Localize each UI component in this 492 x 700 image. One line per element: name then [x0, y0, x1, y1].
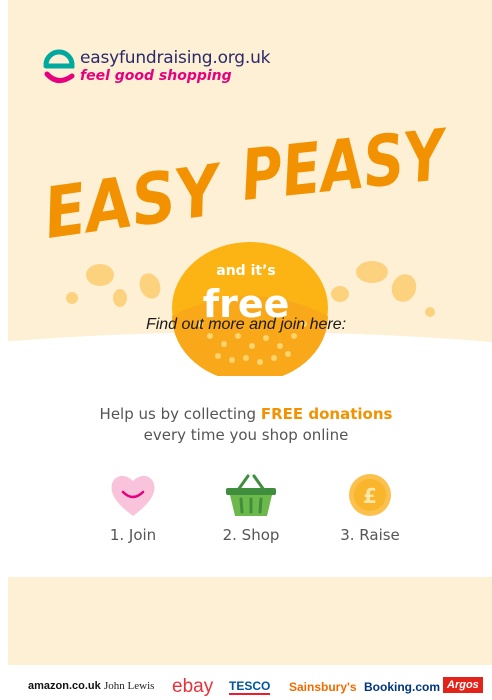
- brand-booking: Booking.com: [364, 680, 441, 694]
- easy-peasy-headline: EASY PEASY: [39, 120, 454, 250]
- brand-tesco: TESCO: [229, 679, 271, 695]
- brand-sainsburys: Sainsbury's: [289, 680, 357, 694]
- brand-amazon: amazon.co.uk: [28, 680, 101, 692]
- step-label-shop: 2. Shop: [222, 526, 280, 544]
- bottom-background: [8, 577, 492, 665]
- logo-e-icon: [43, 49, 75, 83]
- step-join: 1. Join: [83, 472, 183, 544]
- logo-tagline: feel good shopping: [80, 68, 232, 84]
- brand-ebay: ebay: [172, 676, 214, 697]
- lemon-text-and-its: and it’s: [216, 263, 276, 279]
- help-prefix: Help us by collecting: [99, 405, 261, 423]
- headline-word-easy: EASY: [39, 148, 230, 250]
- help-line2: every time you shop online: [143, 426, 349, 444]
- help-text: Help us by collecting FREE donations eve…: [0, 404, 492, 446]
- help-highlight: FREE donations: [260, 405, 393, 423]
- svg-text:£: £: [363, 484, 377, 508]
- basket-icon: [226, 474, 276, 516]
- logo-url: easyfundraising.org.uk: [80, 48, 271, 68]
- heart-icon: [111, 475, 155, 516]
- headline-word-peasy: PEASY: [237, 120, 453, 217]
- step-label-join: 1. Join: [109, 526, 157, 544]
- find-out-more-link[interactable]: Find out more and join here:: [0, 316, 492, 334]
- brand-logos-row: amazon.co.uk John Lewis ebay TESCO Sains…: [0, 676, 492, 700]
- pound-coin-icon: £: [349, 474, 391, 516]
- brand-argos: Argos: [443, 677, 483, 693]
- easyfundraising-logo[interactable]: easyfundraising.org.uk feel good shoppin…: [38, 44, 298, 90]
- poster: easyfundraising.org.uk feel good shoppin…: [0, 0, 492, 700]
- step-shop: 2. Shop: [201, 472, 301, 544]
- step-label-raise: 3. Raise: [340, 526, 400, 544]
- step-raise: £ 3. Raise: [320, 472, 420, 544]
- brand-john-lewis: John Lewis: [104, 680, 155, 692]
